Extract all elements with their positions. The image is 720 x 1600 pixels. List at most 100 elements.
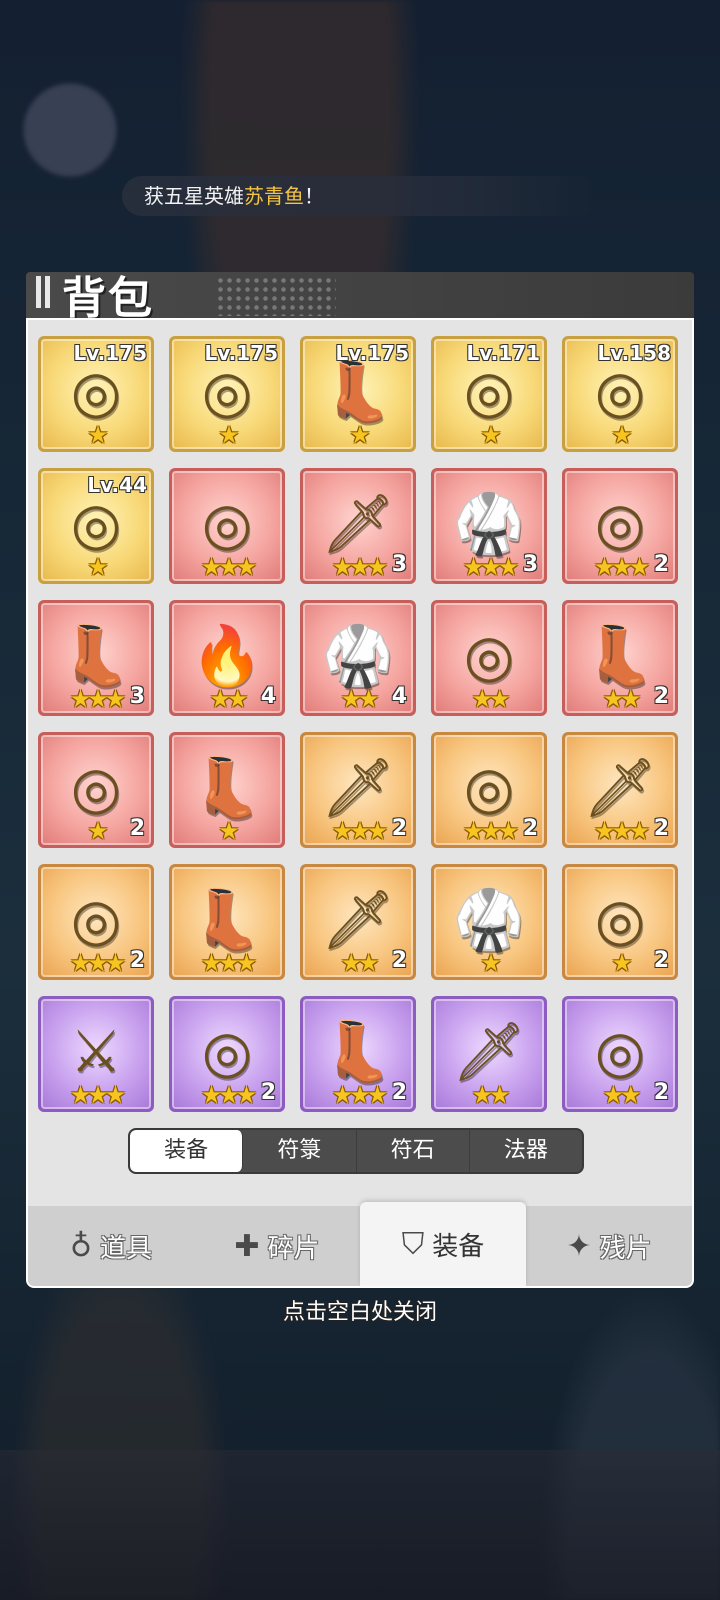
item-slot[interactable]: 🥋 ★★ 4 <box>300 600 416 716</box>
item-slot[interactable]: 👢 ★★ 2 <box>562 600 678 716</box>
item-level: Lv.44 <box>87 473 147 497</box>
star-rating: ★★ <box>209 685 248 713</box>
item-count: 2 <box>391 816 407 841</box>
item-slot[interactable]: ◎ ★★★ 2 <box>169 996 285 1112</box>
item-count: 2 <box>522 816 538 841</box>
item-slot[interactable]: ◎ ★★★ 2 <box>38 864 154 980</box>
item-slot[interactable]: 🗡 ★★★ 2 <box>562 732 678 848</box>
main-tab-2[interactable]: ⛉ 装备 <box>360 1202 526 1286</box>
item-level: Lv.171 <box>466 341 541 365</box>
sword-icon: 🗡 <box>583 753 657 822</box>
item-slot[interactable]: ◎ ★★ 2 <box>562 996 678 1112</box>
item-slot[interactable]: ◎ Lv.171 ★ <box>431 336 547 452</box>
ring-icon: ◎ <box>463 621 515 690</box>
item-slot[interactable]: 🔥 ★★ 4 <box>169 600 285 716</box>
subtab-3[interactable]: 法器 <box>470 1130 582 1172</box>
item-count: 2 <box>260 1080 276 1105</box>
star-rating: ★★★ <box>593 817 651 845</box>
item-slot[interactable]: ◎ ★ 2 <box>38 732 154 848</box>
staff-icon: 🔥 <box>190 621 264 690</box>
boots-icon: 👢 <box>59 621 133 690</box>
armor-icon: 🥋 <box>452 885 526 954</box>
star-rating: ★★★ <box>331 817 389 845</box>
ring-icon: ◎ <box>70 885 122 954</box>
item-count: 2 <box>129 816 145 841</box>
star-rating: ★ <box>349 421 370 449</box>
item-slot[interactable]: ◎ Lv.175 ★ <box>169 336 285 452</box>
boots-icon: 👢 <box>190 753 264 822</box>
star-rating: ★★★ <box>69 949 127 977</box>
star-rating: ★ <box>218 421 239 449</box>
item-slot[interactable]: 👢 ★★★ 3 <box>38 600 154 716</box>
star-rating: ★★★ <box>462 817 520 845</box>
item-slot[interactable]: ◎ Lv.44 ★ <box>38 468 154 584</box>
main-tab-label: 残片 <box>599 1233 652 1264</box>
main-tab-label: 装备 <box>432 1231 485 1262</box>
ring-icon: ◎ <box>463 753 515 822</box>
star-rating: ★ <box>611 421 632 449</box>
star-rating: ★★★ <box>331 553 389 581</box>
subtab-0[interactable]: 装备 <box>130 1130 244 1172</box>
armor-icon: 🥋 <box>321 621 395 690</box>
armor-icon: 🥋 <box>452 489 526 558</box>
ring-icon: ◎ <box>201 489 253 558</box>
item-slot[interactable]: ◎ ★★★ 2 <box>562 468 678 584</box>
item-slot[interactable]: 🗡 ★★★ 2 <box>300 732 416 848</box>
puzzle-icon: ✚ <box>234 1228 260 1264</box>
subtab-1[interactable]: 符箓 <box>243 1130 357 1172</box>
item-slot[interactable]: ◎ Lv.158 ★ <box>562 336 678 452</box>
item-slot[interactable]: 🥋 ★★★ 3 <box>431 468 547 584</box>
item-count: 2 <box>653 552 669 577</box>
item-slot[interactable]: 🗡 ★★★ 3 <box>300 468 416 584</box>
item-slot[interactable]: 🗡 ★★ 2 <box>300 864 416 980</box>
star-rating: ★ <box>218 817 239 845</box>
item-slot[interactable]: ◎ ★★ <box>431 600 547 716</box>
item-slot[interactable]: ⚔ ★★★ <box>38 996 154 1112</box>
star-rating: ★ <box>87 817 108 845</box>
star-rating: ★★★ <box>331 1081 389 1109</box>
item-slot[interactable]: 👢 Lv.175 ★ <box>300 336 416 452</box>
item-slot[interactable]: 🥋 ★ <box>431 864 547 980</box>
subtab-2[interactable]: 符石 <box>357 1130 470 1172</box>
bag-main-tabs: ♁ 道具 ✚ 碎片 ⛉ 装备 ✦ 残片 <box>28 1202 692 1286</box>
sword-icon: 🗡 <box>321 753 395 822</box>
item-count: 3 <box>522 552 538 577</box>
main-tab-3[interactable]: ✦ 残片 <box>526 1206 692 1286</box>
ring-icon: ◎ <box>201 1017 253 1086</box>
star-rating: ★★ <box>340 685 379 713</box>
item-count: 2 <box>391 948 407 973</box>
item-slot[interactable]: 👢 ★★★ <box>169 864 285 980</box>
item-count: 2 <box>653 816 669 841</box>
item-slot[interactable]: 👢 ★★★ 2 <box>300 996 416 1112</box>
main-tab-label: 碎片 <box>267 1233 320 1264</box>
item-slot[interactable]: ◎ Lv.175 ★ <box>38 336 154 452</box>
notice-suffix: ！ <box>304 184 324 208</box>
item-count: 4 <box>260 684 276 709</box>
item-count: 2 <box>653 948 669 973</box>
notice-prefix: 获五星英雄 <box>144 184 244 208</box>
item-slot[interactable]: 🗡 ★★ <box>431 996 547 1112</box>
ring-icon: ◎ <box>463 357 515 426</box>
close-hint[interactable]: 点击空白处关闭 <box>0 1294 720 1326</box>
item-slot[interactable]: ◎ ★★★ <box>169 468 285 584</box>
ring-icon: ◎ <box>201 357 253 426</box>
star-rating: ★★ <box>471 685 510 713</box>
item-level: Lv.175 <box>335 341 410 365</box>
item-slot[interactable]: 👢 ★ <box>169 732 285 848</box>
ring-icon: ◎ <box>594 885 646 954</box>
item-level: Lv.175 <box>204 341 279 365</box>
star-rating: ★ <box>480 949 501 977</box>
bag-panel: ◎ Lv.175 ★ ◎ Lv.175 ★ 👢 Lv.175 ★ ◎ Lv.171 ★ ◎ Lv.158 ★… <box>26 318 694 1288</box>
item-count: 2 <box>129 948 145 973</box>
broadcast-notice: 获五星英雄苏青鱼！ <box>122 176 596 216</box>
main-tab-0[interactable]: ♁ 道具 <box>28 1206 194 1286</box>
ring-icon: ◎ <box>594 1017 646 1086</box>
item-slot[interactable]: ◎ ★★★ 2 <box>431 732 547 848</box>
item-slot[interactable]: ◎ ★ 2 <box>562 864 678 980</box>
star-rating: ★ <box>87 553 108 581</box>
item-count: 3 <box>129 684 145 709</box>
main-tab-1[interactable]: ✚ 碎片 <box>194 1206 360 1286</box>
star-rating: ★★ <box>340 949 379 977</box>
star-rating: ★ <box>87 421 108 449</box>
title-dots-decoration <box>216 276 336 316</box>
